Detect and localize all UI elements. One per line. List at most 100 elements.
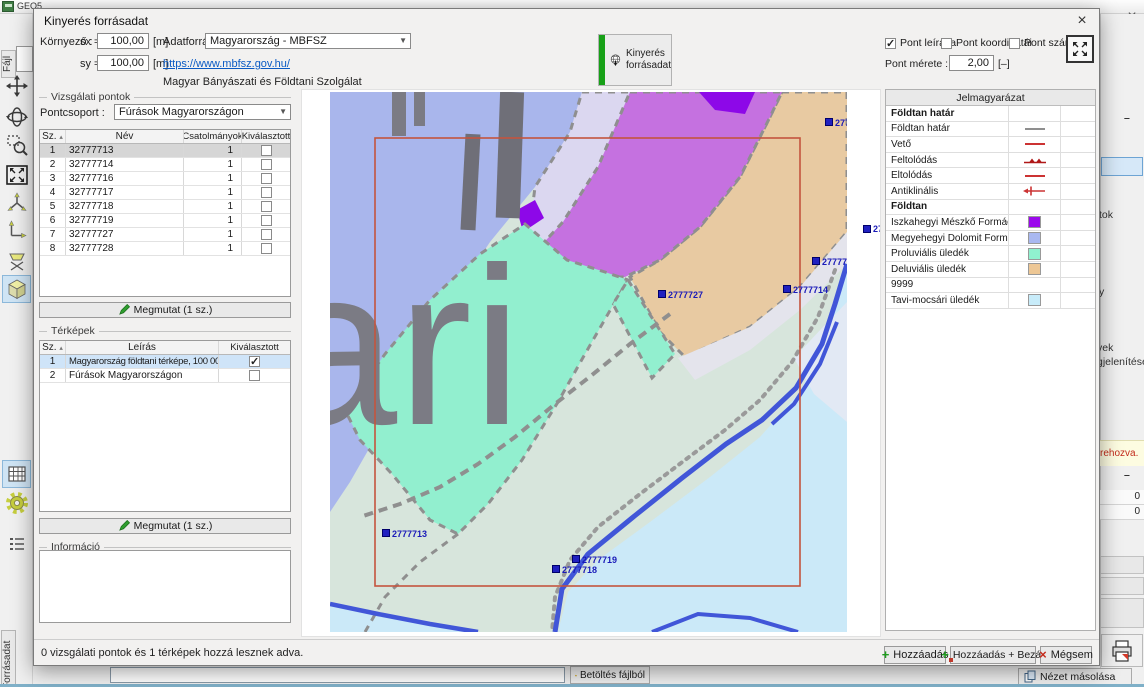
cube-icon [6,278,28,300]
table-row[interactable]: 5 32777718 1 [40,200,290,214]
grid-table-button[interactable] [2,460,31,488]
point-description-checkbox[interactable] [885,38,896,49]
map-point-marker[interactable] [826,119,833,126]
map-point-marker[interactable] [863,225,871,233]
map-point-marker[interactable] [553,566,560,573]
table-row[interactable]: 1 Magyarország földtani térképe, 100 000 [40,355,290,369]
collapse-minus-icon[interactable]: – [1124,112,1130,124]
point-number-checkbox[interactable] [1009,38,1020,49]
table-row[interactable]: 8 32777728 1 [40,242,290,256]
geological-map[interactable]: ari 2777728 2777717 [330,92,847,632]
rotate-tool-button[interactable] [2,103,31,131]
sy-input[interactable]: 100,00 [97,55,149,71]
dialog-close-icon[interactable]: × [1073,12,1091,30]
map-point-marker[interactable] [383,530,390,537]
point-coordinates-checkbox[interactable] [941,38,952,49]
cancel-button-label: Mégsem [1051,649,1093,661]
table-row[interactable]: 4 32777717 1 [40,186,290,200]
show-points-label: Megmutat (1 sz.) [134,304,213,316]
map-point-marker[interactable] [813,258,820,265]
table-row[interactable]: 1 32777713 1 [40,144,290,158]
formation-color-swatch [1028,294,1041,306]
axes-3d-button[interactable] [2,189,31,217]
button-fragment[interactable] [1100,556,1144,574]
table-row[interactable]: 2 Fúrások Magyarországon [40,369,290,383]
map-point-marker[interactable] [573,556,580,563]
move-tool-button[interactable] [2,72,31,100]
view-plane-button[interactable] [2,246,31,274]
maps-table: Sz. ▴ Leírás Kiválasztott 1 Magyarország… [39,340,291,512]
table-row[interactable]: 3 32777716 1 [40,172,290,186]
row-checkbox[interactable] [249,370,260,381]
map-canvas[interactable]: ari 2777728 2777717 [301,89,881,637]
copy-view-label: Nézet másolása [1040,671,1115,683]
legend-row: Földtan határ [886,122,1095,138]
cube-view-button[interactable] [2,275,31,303]
point-name: 32777727 [66,228,184,241]
add-button[interactable]: + Hozzáadás [884,646,946,664]
point-size-input[interactable]: 2,00 [949,55,994,71]
plus-icon: + [882,650,890,660]
add-and-close-button[interactable]: + Hozzáadás + Bezár [950,646,1036,664]
row-checkbox[interactable] [261,187,272,198]
formation-color-swatch [1028,263,1041,275]
geo5-logo-icon [2,1,14,12]
bottom-text-input[interactable] [110,667,565,683]
print-button[interactable] [1101,634,1143,667]
point-name: 32777713 [66,144,184,157]
row-checkbox[interactable] [249,356,260,367]
axes-corner-icon [6,218,28,240]
add-and-close-label: Hozzáadás + Bezár [953,649,1045,661]
show-maps-button[interactable]: Megmutat (1 sz.) [39,518,291,534]
point-name: 32777717 [66,186,184,199]
row-checkbox[interactable] [261,145,272,156]
points-table: Sz. ▴ Név Csatolmányok Kiválasztott 1 32… [39,129,291,297]
list-mode-button[interactable] [2,530,31,558]
collapse-minus-icon[interactable]: – [1124,469,1130,481]
load-from-file-button[interactable]: Betöltés fájlból [570,666,650,684]
row-checkbox[interactable] [261,173,272,184]
button-fragment[interactable] [1100,577,1144,595]
show-points-button[interactable]: Megmutat (1 sz.) [39,302,291,318]
attachments-count: 1 [184,228,242,241]
map-point-marker[interactable] [659,291,666,298]
row-index: 1 [40,355,66,368]
settings-gear-button[interactable] [2,489,31,517]
points-table-header[interactable]: Sz. ▴ Név Csatolmányok Kiválasztott [40,130,290,144]
map-letter-fragment [496,92,524,218]
cancel-button[interactable]: × Mégsem [1040,646,1092,664]
maps-table-header[interactable]: Sz. ▴ Leírás Kiválasztott [40,341,290,355]
table-row[interactable]: 6 32777719 1 [40,214,290,228]
row-checkbox[interactable] [261,243,272,254]
fit-view-button[interactable] [2,161,31,189]
map-point-marker[interactable] [784,286,791,293]
highlighted-field-fragment[interactable] [1101,157,1143,176]
table-row[interactable]: 2 32777714 1 [40,158,290,172]
legend-row: 9999 [886,278,1095,294]
axes-corner-button[interactable] [2,215,31,243]
legend-row: Deluviális üledék [886,262,1095,278]
formation-color-swatch [1028,232,1041,244]
row-checkbox[interactable] [261,201,272,212]
row-index: 4 [40,186,66,199]
zoom-region-button[interactable] [2,131,31,159]
copy-icon [1024,670,1036,683]
table-row[interactable]: 7 32777727 1 [40,228,290,242]
tab-forrasadat-vertical[interactable]: Forrásadat [1,630,16,687]
row-checkbox[interactable] [261,229,272,240]
fullscreen-button[interactable] [1066,35,1094,63]
sx-input[interactable]: 100,00 [97,33,149,49]
value-row-fragment: 0 [1100,505,1144,520]
background-frame [16,46,33,72]
extract-source-data-button[interactable]: Kinyerés forrásadat [598,34,672,86]
view-plane-icon [6,249,28,271]
map-point-label: 2777727 [668,290,703,300]
list-icon [6,533,28,555]
mbfsz-link[interactable]: https://www.mbfsz.gov.hu/ [163,58,290,70]
adatforras-select[interactable]: Magyarország - MBFSZ ▼ [205,33,411,49]
pontcsoport-select[interactable]: Fúrások Magyarországon ▼ [114,104,291,120]
row-checkbox[interactable] [261,159,272,170]
button-fragment[interactable] [1100,598,1144,628]
row-checkbox[interactable] [261,215,272,226]
copy-view-button[interactable]: Nézet másolása [1018,668,1132,685]
